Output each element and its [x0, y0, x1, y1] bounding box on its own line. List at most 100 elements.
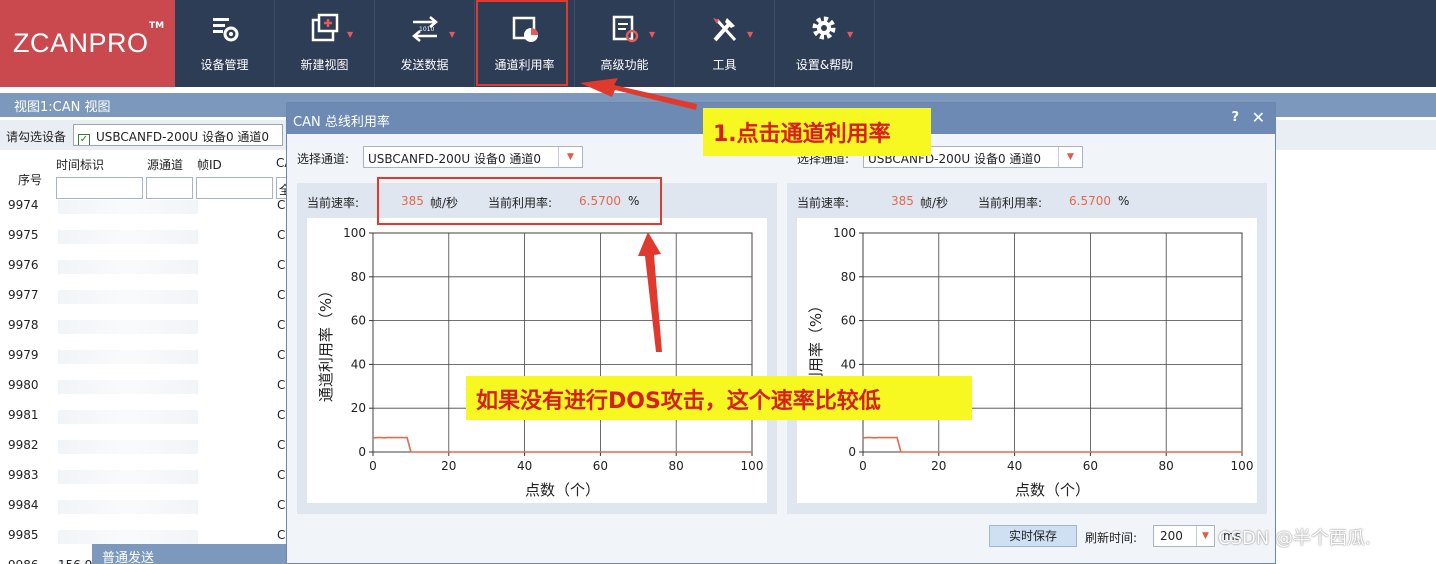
toolbar-strip	[1276, 120, 1436, 150]
table-row-masked	[58, 470, 198, 484]
table-row-ca: C	[277, 438, 286, 452]
device-select-combo[interactable]: ✓ USBCANFD-200U 设备0 通道0	[73, 124, 283, 146]
table-row-seq: 9975	[8, 228, 39, 242]
refresh-time-label: 刷新时间:	[1085, 531, 1138, 545]
column-header-seq: 序号	[18, 173, 43, 187]
x-tick-label: 0	[859, 459, 867, 473]
table-row-seq: 9982	[8, 438, 39, 452]
screenshot-root: ZCANPRO TM 设备管理 ▼ 新建视图 1010 ▼ 发送数据 通道利用率…	[0, 0, 1436, 564]
table-row-ca: C	[277, 378, 286, 392]
refresh-time-select[interactable]: 200 ▼	[1153, 525, 1215, 547]
help-button[interactable]: ?	[1231, 110, 1239, 125]
chevron-down-icon[interactable]: ▼	[1196, 526, 1214, 546]
y-tick-label: 80	[841, 270, 856, 284]
y-tick-label: 0	[358, 445, 366, 459]
bus-usage-dialog: CAN 总线利用率 ? ✕ 选择通道: USBCANFD-200U 设备0 通道…	[286, 102, 1276, 564]
chevron-down-icon: ▼	[449, 30, 456, 39]
filter-input-timestamp[interactable]	[56, 177, 143, 199]
chevron-down-icon[interactable]: ▼	[558, 147, 582, 167]
table-row-masked	[58, 530, 198, 544]
table-row-ca: C	[277, 318, 286, 332]
toolbar-device-manage-button[interactable]: 设备管理	[175, 0, 275, 87]
table-row-seq: 9981	[8, 408, 39, 422]
table-row-seq: 9977	[8, 288, 39, 302]
toolbar-settings-help-button[interactable]: ▼ 设置&帮助	[775, 0, 875, 87]
usage-chart-svg: 0 20 40 60 80 100 0 20 40 60 80 100 点数（个） 通道利用率（%）	[317, 226, 763, 499]
filter-input-frame-id[interactable]	[196, 177, 273, 199]
new-view-icon	[275, 12, 374, 48]
realtime-save-button[interactable]: 实时保存	[989, 525, 1077, 547]
device-select-value: USBCANFD-200U 设备0 通道0	[96, 130, 270, 144]
table-row-seq: 9985	[8, 528, 39, 542]
table-row-masked	[58, 410, 198, 424]
x-tick-label: 20	[441, 459, 456, 473]
x-tick-label: 20	[931, 459, 946, 473]
table-row-seq: 9980	[8, 378, 39, 392]
usage-panel-right: 当前速率: 385 帧/秒 当前利用率: 6.5700 % 0 20 40 60 80 1…	[787, 183, 1267, 514]
annotation-callout-step1: 1.点击通道利用率	[703, 108, 931, 156]
table-row-masked	[58, 320, 198, 334]
table-row-ca: C	[277, 228, 286, 242]
y-axis-label: 通道利用率（%）	[317, 283, 335, 402]
y-tick-label: 100	[343, 226, 366, 240]
table-row-ca: C	[277, 258, 286, 272]
y-axis-label: 利用率（%）	[807, 298, 825, 387]
chevron-down-icon[interactable]: ▼	[1058, 147, 1082, 167]
app-logo: ZCANPRO TM	[0, 0, 175, 87]
toolbar-label: 工具	[712, 58, 737, 72]
usage-chart-svg: 020406080100020406080100点数（个）利用率（%）	[807, 226, 1254, 499]
annotation-callout-dos: 如果没有进行DOS攻击，这个速率比较低	[466, 376, 972, 420]
x-tick-label: 100	[1231, 459, 1254, 473]
y-tick-label: 60	[351, 314, 366, 328]
channel-select-value: USBCANFD-200U 设备0 通道0	[368, 152, 542, 166]
table-row-masked	[58, 380, 198, 394]
x-tick-label: 40	[517, 459, 532, 473]
table-row-seq: 9984	[8, 498, 39, 512]
toolbar-tools-button[interactable]: ▼ 工具	[675, 0, 775, 87]
y-tick-label: 100	[833, 226, 856, 240]
highlight-box-channel-usage	[476, 0, 568, 86]
table-row-ca: C	[277, 198, 286, 212]
toolbar-send-data-button[interactable]: 1010 ▼ 发送数据	[375, 0, 475, 87]
filter-input-src-channel[interactable]	[146, 177, 193, 199]
table-row-seq: 9976	[8, 258, 39, 272]
usage-chart-right: 020406080100020406080100点数（个）利用率（%）	[797, 218, 1257, 503]
table-row-masked	[58, 350, 198, 364]
y-tick-label: 0	[848, 445, 856, 459]
usage-unit: %	[1118, 194, 1130, 208]
usage-value: 6.5700	[1069, 194, 1111, 208]
table-row-ca: C	[277, 498, 286, 512]
rate-label: 当前速率:	[797, 196, 850, 210]
table-row-masked	[58, 260, 198, 274]
x-axis-label: 点数（个）	[525, 481, 600, 499]
toolbar-new-view-button[interactable]: ▼ 新建视图	[275, 0, 375, 87]
chevron-down-icon: ▼	[747, 30, 754, 39]
device-select-row: 请勾选设备 ✓ USBCANFD-200U 设备0 通道0	[0, 120, 290, 150]
toolbar-advanced-button[interactable]: ▼ 高级功能	[575, 0, 675, 87]
toolbar-label: 设置&帮助	[795, 58, 854, 72]
toolbar-label: 新建视图	[300, 58, 349, 72]
svg-text:1010: 1010	[419, 26, 434, 33]
rate-unit: 帧/秒	[920, 196, 949, 210]
chevron-down-icon: ▼	[847, 30, 854, 39]
device-manage-icon	[175, 12, 274, 48]
normal-send-title-bar: 普通发送	[92, 544, 288, 564]
close-button[interactable]: ✕	[1252, 108, 1265, 127]
send-data-icon: 1010	[375, 12, 474, 48]
gear-icon	[775, 12, 874, 48]
channel-select-label: 选择通道:	[297, 152, 350, 166]
channel-select-left[interactable]: USBCANFD-200U 设备0 通道0 ▼	[363, 146, 583, 168]
chevron-down-icon: ▼	[649, 30, 656, 39]
table-row-ca: C	[277, 408, 286, 422]
csdn-watermark: CSDN @半个西瓜.	[1218, 528, 1371, 549]
usage-chart-left: 0 20 40 60 80 100 0 20 40 60 80 100 点数（个） 通道利用率（%）	[307, 218, 767, 503]
ribbon-toolbar: ZCANPRO TM 设备管理 ▼ 新建视图 1010 ▼ 发送数据 通道利用率…	[0, 0, 1436, 87]
table-row-masked	[58, 290, 198, 304]
table-row-ca: C	[277, 348, 286, 362]
y-tick-label: 40	[841, 357, 856, 371]
y-tick-label: 40	[351, 357, 366, 371]
usage-panel-left: 当前速率: 385 帧/秒 当前利用率: 6.5700 % 0 20 40 60 80 1…	[297, 183, 777, 514]
table-row-masked	[58, 500, 198, 514]
column-header-src-channel: 源通道	[147, 158, 184, 172]
device-checkbox[interactable]: ✓	[78, 134, 90, 145]
